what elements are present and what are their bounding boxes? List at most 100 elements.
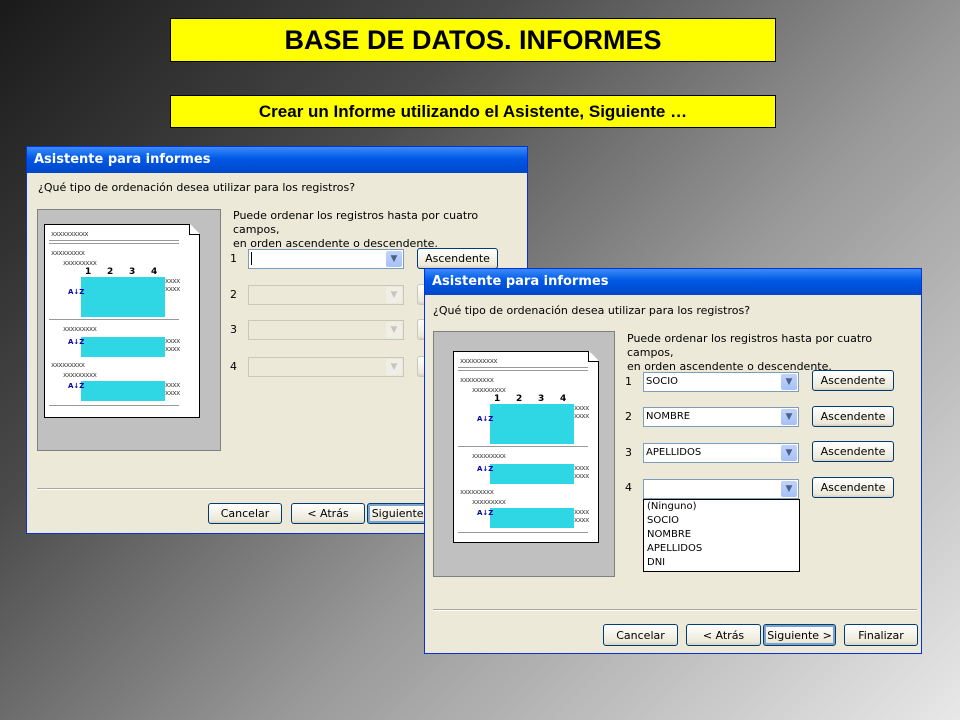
placeholder-text: xxxxxxxxx	[63, 325, 97, 333]
combo-value: SOCIO	[646, 376, 679, 387]
divider	[49, 319, 179, 320]
chevron-down-icon[interactable]: ▼	[386, 322, 402, 338]
chevron-down-icon[interactable]: ▼	[386, 287, 402, 303]
column-number: 3	[538, 394, 545, 404]
sort-az-icon: A↓Z	[477, 465, 494, 473]
data-grid	[490, 508, 574, 528]
separator	[433, 609, 917, 611]
sort-field-4-dropdown-list[interactable]: (Ninguno) SOCIO NOMBRE APELLIDOS DNI	[643, 499, 800, 572]
dropdown-option[interactable]: APELLIDOS	[644, 542, 799, 556]
sort-field-1-combo[interactable]: ▼	[248, 249, 404, 269]
placeholder-text: xxxxxxxxxx	[460, 357, 498, 365]
sort-row-number: 1	[230, 252, 237, 265]
question-label: ¿Qué tipo de ordenación desea utilizar p…	[433, 304, 751, 317]
placeholder-text: xxxx	[574, 508, 589, 516]
back-button[interactable]: < Atrás	[291, 503, 365, 524]
sort-field-1-combo[interactable]: SOCIO ▼	[643, 372, 799, 392]
placeholder-text: xxxx	[165, 337, 180, 345]
column-number: 4	[151, 267, 158, 277]
dropdown-option[interactable]: (Ninguno)	[644, 500, 799, 514]
sort-order-2-button[interactable]: Ascendente	[812, 406, 894, 427]
dropdown-option[interactable]: NOMBRE	[644, 528, 799, 542]
next-button[interactable]: Siguiente >	[763, 624, 836, 646]
divider	[458, 532, 588, 533]
finish-button[interactable]: Finalizar	[844, 624, 918, 646]
question-label: ¿Qué tipo de ordenación desea utilizar p…	[38, 181, 356, 194]
sort-order-3-button[interactable]: Ascendente	[812, 441, 894, 462]
sort-az-icon: A↓Z	[68, 288, 85, 296]
dropdown-option[interactable]: DNI	[644, 556, 799, 570]
column-number: 4	[560, 394, 567, 404]
sort-az-icon: A↓Z	[68, 338, 85, 346]
sort-az-icon: A↓Z	[477, 509, 494, 517]
placeholder-text: xxxxxxxxx	[472, 386, 506, 394]
placeholder-text: xxxx	[165, 277, 180, 285]
chevron-down-icon[interactable]: ▼	[781, 445, 797, 461]
dropdown-option[interactable]: SOCIO	[644, 514, 799, 528]
chevron-down-icon[interactable]: ▼	[781, 481, 797, 497]
divider	[49, 405, 179, 406]
page-subtitle: Crear un Informe utilizando el Asistente…	[170, 95, 776, 128]
instruction-line-1: Puede ordenar los registros hasta por cu…	[233, 209, 479, 236]
sort-row-number: 4	[625, 481, 632, 494]
data-grid	[81, 277, 165, 317]
sort-row-number: 2	[625, 410, 632, 423]
sort-field-4-combo[interactable]: ▼	[248, 357, 404, 377]
back-button[interactable]: < Atrás	[686, 624, 761, 646]
sort-order-4-button[interactable]: Ascendente	[812, 477, 894, 498]
placeholder-text: xxxxxxxxx	[51, 361, 85, 369]
window-title: Asistente para informes	[27, 147, 527, 173]
cancel-button[interactable]: Cancelar	[208, 503, 282, 524]
placeholder-text: xxxxxxxxx	[51, 249, 85, 257]
placeholder-text: xxxx	[574, 516, 589, 524]
placeholder-text: xxxx	[165, 381, 180, 389]
chevron-down-icon[interactable]: ▼	[386, 251, 402, 267]
placeholder-text: xxxxxxxxx	[63, 259, 97, 267]
window-title: Asistente para informes	[425, 269, 921, 295]
divider	[49, 243, 179, 244]
instruction-text: Puede ordenar los registros hasta por cu…	[233, 209, 527, 251]
placeholder-text: xxxxxxxxx	[460, 488, 494, 496]
sort-field-3-combo[interactable]: ▼	[248, 320, 404, 340]
sort-order-1-button[interactable]: Ascendente	[812, 370, 894, 391]
cancel-button[interactable]: Cancelar	[603, 624, 678, 646]
data-grid	[490, 404, 574, 444]
text-cursor	[251, 252, 252, 265]
placeholder-text: xxxxxxxxxx	[51, 230, 89, 238]
column-number: 2	[516, 394, 523, 404]
divider	[49, 240, 179, 241]
chevron-down-icon[interactable]: ▼	[386, 359, 402, 375]
divider	[458, 367, 588, 368]
instruction-text: Puede ordenar los registros hasta por cu…	[627, 332, 921, 374]
report-preview: xxxxxxxxxx xxxxxxxxx xxxxxxxxx 1 2 3 4 A↓Z xxxx x…	[37, 209, 221, 451]
sort-order-1-button[interactable]: Ascendente	[417, 248, 498, 269]
divider	[458, 446, 588, 447]
placeholder-text: xxxxxxxxx	[472, 452, 506, 460]
column-number: 2	[107, 267, 114, 277]
sort-row-number: 2	[230, 288, 237, 301]
chevron-down-icon[interactable]: ▼	[781, 409, 797, 425]
sort-az-icon: A↓Z	[68, 382, 85, 390]
data-grid	[81, 337, 165, 357]
sort-row-number: 3	[625, 446, 632, 459]
sort-field-4-combo[interactable]: ▼	[643, 479, 799, 499]
data-grid	[490, 464, 574, 484]
placeholder-text: xxxx	[574, 404, 589, 412]
sort-az-icon: A↓Z	[477, 415, 494, 423]
sort-field-2-combo[interactable]: ▼	[248, 285, 404, 305]
data-grid	[81, 381, 165, 401]
combo-value: APELLIDOS	[646, 447, 702, 458]
page-title: BASE DE DATOS. INFORMES	[170, 18, 776, 62]
placeholder-text: xxxx	[574, 464, 589, 472]
sort-row-number: 1	[625, 375, 632, 388]
sort-field-2-combo[interactable]: NOMBRE ▼	[643, 407, 799, 427]
column-number: 1	[85, 267, 92, 277]
placeholder-text: xxxxxxxxx	[460, 376, 494, 384]
page-fold	[189, 224, 200, 235]
combo-value: NOMBRE	[646, 411, 691, 422]
sort-field-3-combo[interactable]: APELLIDOS ▼	[643, 443, 799, 463]
chevron-down-icon[interactable]: ▼	[781, 374, 797, 390]
preview-paper: xxxxxxxxxx xxxxxxxxx xxxxxxxxx 1 2 3 4 A↓Z xxxx x…	[44, 224, 200, 418]
placeholder-text: xxxx	[165, 345, 180, 353]
placeholder-text: xxxxxxxxx	[63, 371, 97, 379]
